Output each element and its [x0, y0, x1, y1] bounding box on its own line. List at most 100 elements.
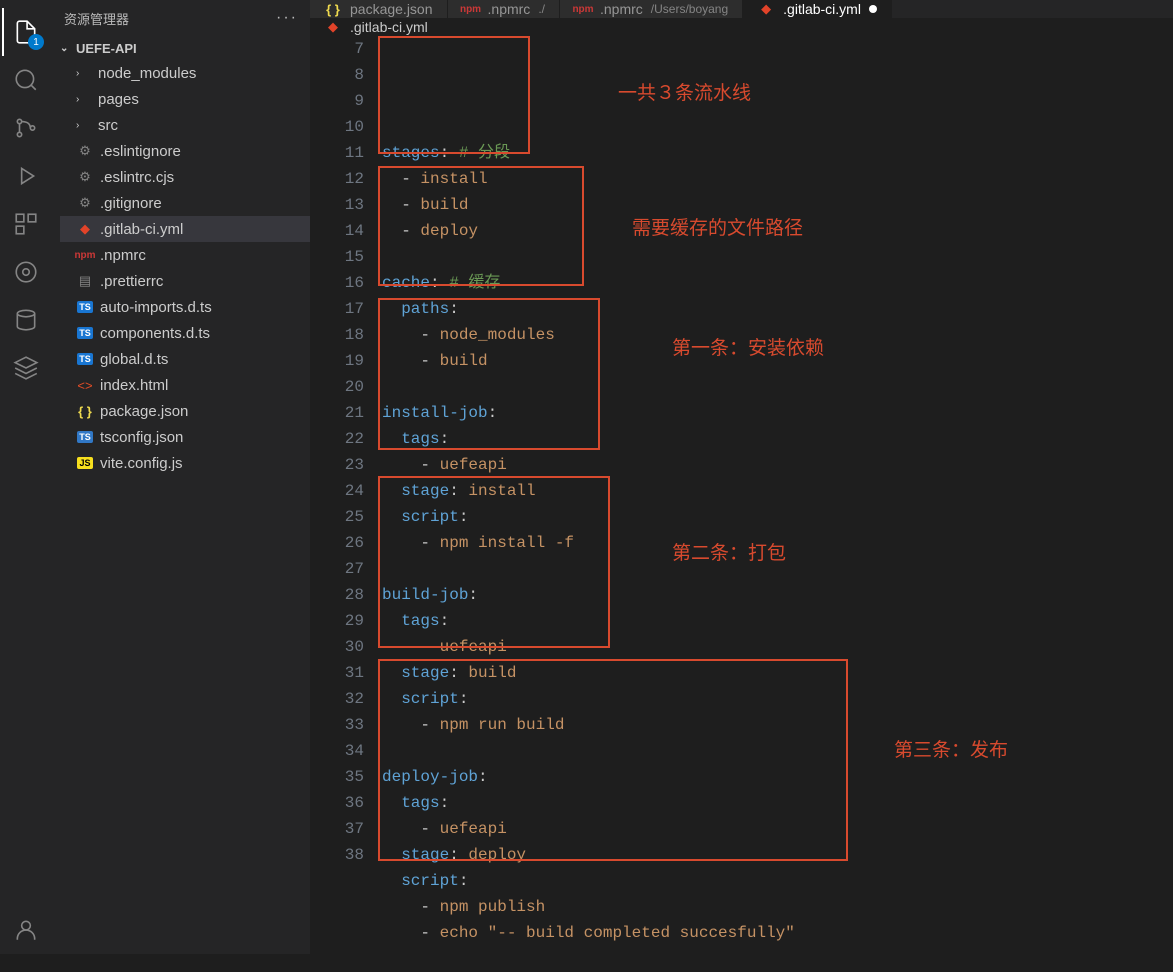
tab-path: /Users/boyang: [651, 2, 728, 16]
search-icon[interactable]: [2, 56, 50, 104]
code-line[interactable]: - npm publish: [382, 894, 1173, 920]
file-item[interactable]: TStsconfig.json: [60, 424, 310, 450]
section-name: UEFE-API: [76, 41, 137, 56]
gitlab-icon: ◆: [324, 18, 342, 36]
file-label: .gitlab-ci.yml: [100, 221, 183, 238]
activity-bar: 1: [0, 0, 52, 954]
file-label: components.d.ts: [100, 325, 210, 342]
layers-icon[interactable]: [2, 344, 50, 392]
remote-icon[interactable]: [2, 248, 50, 296]
chevron-down-icon: ⌄: [60, 43, 76, 54]
source-control-icon[interactable]: [2, 104, 50, 152]
file-label: .npmrc: [100, 247, 146, 264]
debug-icon[interactable]: [2, 152, 50, 200]
code-line[interactable]: [382, 946, 1173, 972]
code-line[interactable]: [382, 556, 1173, 582]
file-label: node_modules: [98, 65, 196, 82]
code-line[interactable]: - build: [382, 192, 1173, 218]
explorer-badge: 1: [28, 34, 44, 50]
tab-label: .npmrc: [488, 1, 531, 17]
code-line[interactable]: install-job:: [382, 400, 1173, 426]
code-line[interactable]: - npm run build: [382, 712, 1173, 738]
code-line[interactable]: tags:: [382, 426, 1173, 452]
file-item[interactable]: npm.npmrc: [60, 242, 310, 268]
code-line[interactable]: stage: install: [382, 478, 1173, 504]
file-label: tsconfig.json: [100, 429, 183, 446]
file-list: ›node_modules›pages›src⚙.eslintignore⚙.e…: [52, 60, 310, 476]
more-icon[interactable]: ···: [276, 9, 298, 27]
file-label: auto-imports.d.ts: [100, 299, 212, 316]
code-line[interactable]: - uefeapi: [382, 452, 1173, 478]
file-item[interactable]: JSvite.config.js: [60, 450, 310, 476]
code-line[interactable]: tags:: [382, 608, 1173, 634]
file-label: .eslintrc.cjs: [100, 169, 174, 186]
code-line[interactable]: - deploy: [382, 218, 1173, 244]
code-line[interactable]: - echo "-- build completed succesfully": [382, 920, 1173, 946]
code-line[interactable]: stages: # 分段: [382, 140, 1173, 166]
code-line[interactable]: - node_modules: [382, 322, 1173, 348]
code-line[interactable]: - npm install -f: [382, 530, 1173, 556]
sidebar-section[interactable]: ⌄ UEFE-API: [52, 36, 310, 60]
file-label: index.html: [100, 377, 168, 394]
tab-bar: { }package.jsonnpm.npmrc./npm.npmrc/User…: [310, 0, 1173, 18]
annotation-text: 一共３条流水线: [618, 81, 751, 107]
file-item[interactable]: ◆.gitlab-ci.yml: [60, 216, 310, 242]
code-line[interactable]: cache: # 缓存: [382, 270, 1173, 296]
tab[interactable]: npm.npmrc./: [448, 0, 560, 18]
file-item[interactable]: ⚙.gitignore: [60, 190, 310, 216]
sidebar-header: 资源管理器 ···: [52, 0, 310, 36]
explorer-icon[interactable]: 1: [2, 8, 50, 56]
code-line[interactable]: script:: [382, 686, 1173, 712]
gutter: 7891011121314151617181920212223242526272…: [310, 36, 382, 972]
tab[interactable]: { }package.json: [310, 0, 448, 18]
tab[interactable]: ◆.gitlab-ci.yml: [743, 0, 892, 18]
code-line[interactable]: script:: [382, 504, 1173, 530]
file-label: vite.config.js: [100, 455, 183, 472]
code-line[interactable]: stage: build: [382, 660, 1173, 686]
annotation-box: [378, 36, 530, 154]
modified-indicator: [869, 5, 877, 13]
tab-label: .npmrc: [600, 1, 643, 17]
file-item[interactable]: TSauto-imports.d.ts: [60, 294, 310, 320]
folder-item[interactable]: ›src: [60, 112, 310, 138]
file-label: .prettierrc: [100, 273, 163, 290]
file-label: src: [98, 117, 118, 134]
code-line[interactable]: paths:: [382, 296, 1173, 322]
file-item[interactable]: ⚙.eslintrc.cjs: [60, 164, 310, 190]
file-item[interactable]: TSglobal.d.ts: [60, 346, 310, 372]
code-line[interactable]: build-job:: [382, 582, 1173, 608]
file-item[interactable]: ▤.prettierrc: [60, 268, 310, 294]
account-icon[interactable]: [2, 906, 50, 954]
code-line[interactable]: deploy-job:: [382, 764, 1173, 790]
tab-path: ./: [538, 2, 545, 16]
file-item[interactable]: TScomponents.d.ts: [60, 320, 310, 346]
main: { }package.jsonnpm.npmrc./npm.npmrc/User…: [310, 0, 1173, 954]
code-line[interactable]: - uefeapi: [382, 634, 1173, 660]
breadcrumb[interactable]: ◆ .gitlab-ci.yml: [310, 18, 1173, 36]
file-label: .eslintignore: [100, 143, 181, 160]
file-item[interactable]: ⚙.eslintignore: [60, 138, 310, 164]
code-line[interactable]: [382, 244, 1173, 270]
folder-item[interactable]: ›pages: [60, 86, 310, 112]
tab[interactable]: npm.npmrc/Users/boyang: [560, 0, 743, 18]
file-label: pages: [98, 91, 139, 108]
tab-label: .gitlab-ci.yml: [783, 1, 861, 17]
editor[interactable]: 7891011121314151617181920212223242526272…: [310, 36, 1173, 972]
code-line[interactable]: script:: [382, 868, 1173, 894]
breadcrumb-label: .gitlab-ci.yml: [350, 19, 428, 35]
code-line[interactable]: - install: [382, 166, 1173, 192]
tab-label: package.json: [350, 1, 433, 17]
file-item[interactable]: <>index.html: [60, 372, 310, 398]
database-icon[interactable]: [2, 296, 50, 344]
extensions-icon[interactable]: [2, 200, 50, 248]
code-line[interactable]: stage: deploy: [382, 842, 1173, 868]
code-area[interactable]: 一共３条流水线需要缓存的文件路径第一条：安装依赖第二条：打包第三条：发布 sta…: [382, 36, 1173, 972]
file-item[interactable]: { }package.json: [60, 398, 310, 424]
code-line[interactable]: [382, 738, 1173, 764]
sidebar: 资源管理器 ··· ⌄ UEFE-API ›node_modules›pages…: [52, 0, 310, 954]
code-line[interactable]: - build: [382, 348, 1173, 374]
code-line[interactable]: [382, 374, 1173, 400]
code-line[interactable]: - uefeapi: [382, 816, 1173, 842]
code-line[interactable]: tags:: [382, 790, 1173, 816]
folder-item[interactable]: ›node_modules: [60, 60, 310, 86]
